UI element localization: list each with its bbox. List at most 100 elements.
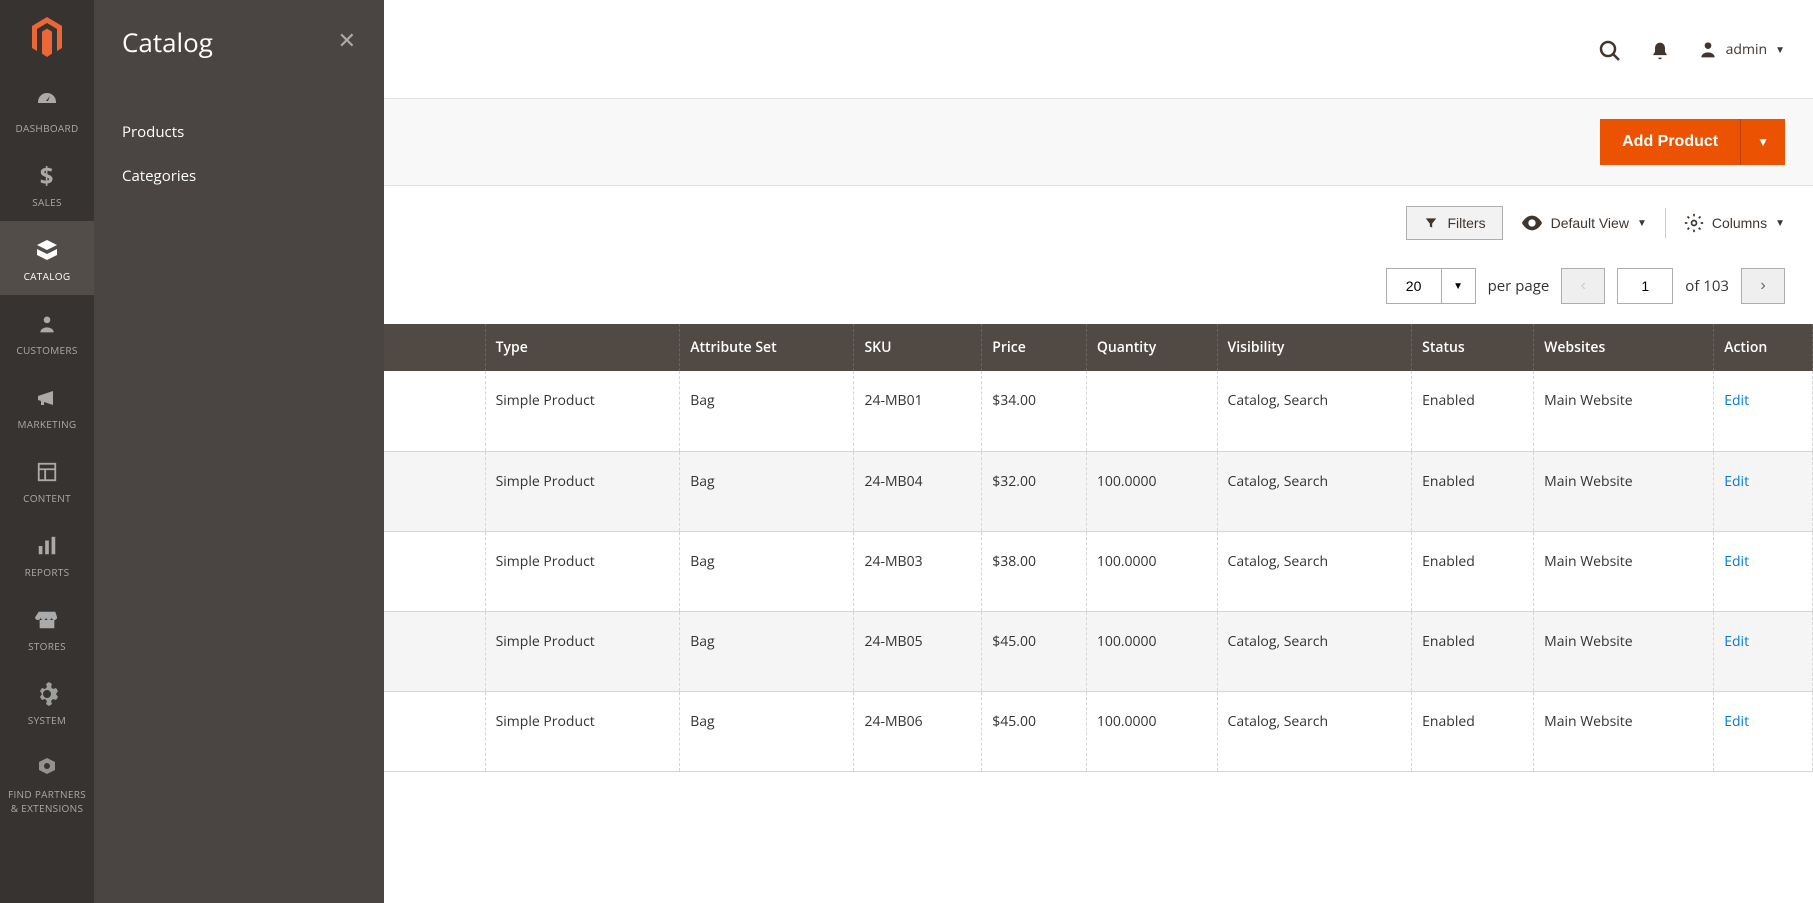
cell-visibility: Catalog, Search	[1217, 531, 1412, 611]
cell-type: Simple Product	[485, 691, 680, 771]
search-icon[interactable]	[1598, 34, 1622, 64]
default-view-button[interactable]: Default View ▼	[1521, 215, 1647, 231]
user-icon	[1698, 39, 1718, 59]
customers-icon	[4, 307, 90, 337]
funnel-icon	[1423, 216, 1439, 230]
cell-websites: Main Website	[1534, 531, 1714, 611]
cell-action: Edit	[1714, 691, 1813, 771]
submenu-item-products[interactable]: Products	[122, 110, 356, 154]
sidebar-item-catalog[interactable]: CATALOG	[0, 221, 94, 295]
col-header-status[interactable]: Status	[1412, 324, 1534, 371]
close-icon[interactable]: ✕	[338, 28, 356, 54]
col-header-attribute-set[interactable]: Attribute Set	[680, 324, 854, 371]
cell-quantity: 100.0000	[1086, 611, 1217, 691]
cell-type: Simple Product	[485, 531, 680, 611]
chevron-down-icon: ▼	[1775, 218, 1785, 229]
cell-attribute-set: Bag	[680, 371, 854, 451]
sidebar-item-reports[interactable]: REPORTS	[0, 517, 94, 591]
cell-visibility: Catalog, Search	[1217, 691, 1412, 771]
main-sidebar: DASHBOARD $ SALES CATALOG CUSTOMERS MARK…	[0, 0, 94, 903]
next-page-button[interactable]: ›	[1741, 268, 1785, 304]
edit-link[interactable]: Edit	[1724, 552, 1749, 571]
sidebar-item-partners[interactable]: FIND PARTNERS & EXTENSIONS	[0, 739, 94, 827]
user-name: admin	[1726, 40, 1767, 59]
cell-attribute-set: Bag	[680, 531, 854, 611]
sidebar-item-system[interactable]: SYSTEM	[0, 665, 94, 739]
cell-sku: 24-MB01	[854, 371, 982, 451]
submenu-item-categories[interactable]: Categories	[122, 154, 356, 198]
col-header-price[interactable]: Price	[982, 324, 1087, 371]
sidebar-item-stores[interactable]: STORES	[0, 591, 94, 665]
megaphone-icon	[4, 381, 90, 411]
columns-button[interactable]: Columns ▼	[1684, 213, 1785, 233]
cell-price: $32.00	[982, 451, 1087, 531]
edit-link[interactable]: Edit	[1724, 391, 1749, 410]
sidebar-item-dashboard[interactable]: DASHBOARD	[0, 73, 94, 147]
chevron-down-icon: ▼	[1637, 218, 1647, 229]
cell-action: Edit	[1714, 611, 1813, 691]
cell-visibility: Catalog, Search	[1217, 451, 1412, 531]
sidebar-label: STORES	[4, 639, 90, 653]
col-header-action[interactable]: Action	[1714, 324, 1813, 371]
edit-link[interactable]: Edit	[1724, 712, 1749, 731]
pagination: ▼ per page ‹ of 103 ›	[1386, 268, 1785, 304]
cell-price: $45.00	[982, 611, 1087, 691]
catalog-submenu: Catalog ✕ Products Categories	[94, 0, 384, 903]
cell-websites: Main Website	[1534, 691, 1714, 771]
page-size-input[interactable]	[1386, 268, 1442, 304]
magento-logo[interactable]	[0, 0, 94, 73]
notifications-icon[interactable]	[1650, 34, 1670, 64]
cell-quantity	[1086, 371, 1217, 451]
page-number-input[interactable]	[1617, 268, 1673, 304]
reports-icon	[4, 529, 90, 559]
cell-type: Simple Product	[485, 611, 680, 691]
cell-status: Enabled	[1412, 611, 1534, 691]
col-header-sku[interactable]: SKU	[854, 324, 982, 371]
add-product-button[interactable]: Add Product	[1600, 119, 1740, 165]
cell-type: Simple Product	[485, 371, 680, 451]
eye-icon	[1521, 215, 1543, 231]
prev-page-button[interactable]: ‹	[1561, 268, 1605, 304]
cell-attribute-set: Bag	[680, 691, 854, 771]
cell-price: $34.00	[982, 371, 1087, 451]
cell-sku: 24-MB05	[854, 611, 982, 691]
cell-type: Simple Product	[485, 451, 680, 531]
sidebar-item-sales[interactable]: $ SALES	[0, 147, 94, 221]
chevron-left-icon: ‹	[1581, 277, 1586, 294]
default-view-label: Default View	[1551, 215, 1629, 231]
content-icon	[4, 455, 90, 485]
cell-status: Enabled	[1412, 691, 1534, 771]
chevron-down-icon: ▼	[1775, 42, 1785, 56]
edit-link[interactable]: Edit	[1724, 632, 1749, 651]
cell-attribute-set: Bag	[680, 611, 854, 691]
cell-sku: 24-MB03	[854, 531, 982, 611]
chevron-right-icon: ›	[1760, 277, 1765, 294]
edit-link[interactable]: Edit	[1724, 472, 1749, 491]
col-header-quantity[interactable]: Quantity	[1086, 324, 1217, 371]
page-size-dropdown[interactable]: ▼	[1442, 268, 1476, 304]
filters-button[interactable]: Filters	[1406, 206, 1502, 240]
submenu-title: Catalog	[122, 24, 356, 60]
of-pages-label: of 103	[1685, 276, 1729, 296]
sidebar-item-customers[interactable]: CUSTOMERS	[0, 295, 94, 369]
cell-quantity: 100.0000	[1086, 691, 1217, 771]
svg-text:$: $	[40, 164, 54, 188]
dollar-icon: $	[4, 159, 90, 189]
user-menu[interactable]: admin ▼	[1698, 39, 1785, 59]
cell-attribute-set: Bag	[680, 451, 854, 531]
cell-price: $38.00	[982, 531, 1087, 611]
col-header-type[interactable]: Type	[485, 324, 680, 371]
sidebar-item-content[interactable]: CONTENT	[0, 443, 94, 517]
cell-websites: Main Website	[1534, 611, 1714, 691]
col-header-visibility[interactable]: Visibility	[1217, 324, 1412, 371]
gear-icon	[1684, 213, 1704, 233]
sidebar-label: MARKETING	[4, 417, 90, 431]
dashboard-icon	[4, 85, 90, 115]
sidebar-item-marketing[interactable]: MARKETING	[0, 369, 94, 443]
add-product-dropdown[interactable]: ▼	[1740, 119, 1785, 165]
sidebar-label: REPORTS	[4, 565, 90, 579]
cell-status: Enabled	[1412, 531, 1534, 611]
col-header-websites[interactable]: Websites	[1534, 324, 1714, 371]
toolbar-separator	[1665, 208, 1666, 238]
cell-quantity: 100.0000	[1086, 531, 1217, 611]
